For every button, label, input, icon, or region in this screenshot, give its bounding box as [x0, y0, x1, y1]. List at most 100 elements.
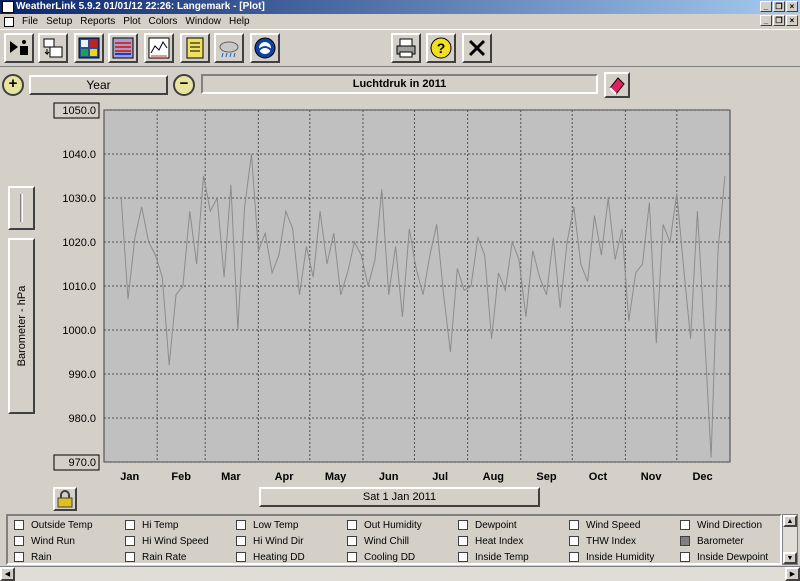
y-tick-label[interactable]: 1050.0	[62, 105, 96, 117]
scroll-up-button[interactable]: ▲	[783, 515, 797, 527]
series-checkbox[interactable]	[569, 536, 579, 546]
series-checkbox[interactable]	[236, 552, 246, 562]
series-checkbox[interactable]	[236, 520, 246, 530]
date-button[interactable]: Sat 1 Jan 2011	[259, 487, 540, 507]
menu-colors[interactable]: Colors	[145, 16, 182, 27]
series-checkbox[interactable]	[680, 520, 690, 530]
series-toggle[interactable]: Hi Temp	[125, 518, 179, 533]
series-toggle[interactable]: Rain	[14, 550, 52, 563]
series-toggle[interactable]: THW Index	[569, 534, 636, 549]
notebook-button[interactable]	[180, 33, 210, 63]
menu-plot[interactable]: Plot	[119, 16, 144, 27]
menu-window[interactable]: Window	[181, 16, 225, 27]
series-label: Low Temp	[253, 520, 299, 531]
print-button[interactable]	[391, 33, 421, 63]
mdi-close-button[interactable]: ×	[786, 15, 798, 26]
series-toggle[interactable]: Wind Direction	[680, 518, 762, 533]
x-tick-label: Apr	[275, 471, 295, 483]
series-label: Wind Run	[31, 536, 75, 547]
series-checkbox[interactable]	[14, 536, 24, 546]
series-checkbox[interactable]	[458, 536, 468, 546]
series-toggle[interactable]: Heating DD	[236, 550, 305, 563]
noaa-button[interactable]	[250, 33, 280, 63]
series-checkbox[interactable]	[569, 520, 579, 530]
series-checkbox[interactable]	[569, 552, 579, 562]
x-tick-label: Dec	[692, 471, 712, 483]
series-checkbox[interactable]	[680, 536, 690, 546]
series-checkbox[interactable]	[347, 536, 357, 546]
series-label: Inside Dewpoint	[697, 552, 769, 563]
scroll-down-button[interactable]: ▼	[783, 552, 797, 564]
close-window-button[interactable]: ×	[786, 1, 798, 12]
series-checkbox[interactable]	[14, 552, 24, 562]
mdi-minimize-button[interactable]: _	[760, 15, 772, 26]
series-toggle[interactable]: Inside Temp	[458, 550, 529, 563]
strip-chart-button[interactable]	[144, 33, 174, 63]
series-toggle[interactable]: Dewpoint	[458, 518, 517, 533]
series-toggle[interactable]: Barometer	[680, 534, 744, 549]
series-checkbox[interactable]	[347, 552, 357, 562]
series-checkbox[interactable]	[125, 552, 135, 562]
zoom-in-button[interactable]: +	[2, 74, 24, 96]
weather-button[interactable]	[214, 33, 244, 63]
series-toggle[interactable]: Wind Chill	[347, 534, 409, 549]
bulletin-button[interactable]	[74, 33, 104, 63]
series-toggle[interactable]: Rain Rate	[125, 550, 186, 563]
barometer-chart[interactable]: 1050.0 1040.0 1030.0 1020.0 1010.0 1000.0 990.…	[0, 98, 800, 488]
x-tick-label: Aug	[483, 471, 504, 483]
period-button[interactable]: Year	[29, 75, 168, 95]
noaa-icon	[254, 37, 276, 59]
series-checkbox[interactable]	[14, 520, 24, 530]
close-icon	[468, 39, 486, 57]
select-station-button[interactable]	[4, 33, 34, 63]
restore-button[interactable]: ❐	[773, 1, 785, 12]
series-toggle[interactable]: Hi Wind Dir	[236, 534, 304, 549]
series-toggle[interactable]: Heat Index	[458, 534, 523, 549]
menu-reports[interactable]: Reports	[76, 16, 119, 27]
minimize-button[interactable]: _	[760, 1, 772, 12]
menu-help[interactable]: Help	[225, 16, 254, 27]
series-toggle[interactable]: Low Temp	[236, 518, 298, 533]
help-button[interactable]: ?	[426, 33, 456, 63]
legend-scrollbar[interactable]: ▲ ▼	[782, 514, 798, 565]
bulletin-icon	[78, 37, 100, 59]
download-icon	[43, 38, 63, 58]
series-toggle[interactable]: Wind Run	[14, 534, 75, 549]
series-checkbox[interactable]	[125, 536, 135, 546]
summary-button[interactable]	[108, 33, 138, 63]
series-label: Heating DD	[253, 552, 305, 563]
y-tick-label[interactable]: 970.0	[68, 457, 96, 469]
lock-icon	[57, 490, 73, 508]
series-toggle[interactable]: Wind Speed	[569, 518, 640, 533]
series-label: Hi Wind Dir	[253, 536, 304, 547]
series-checkbox[interactable]	[458, 552, 468, 562]
series-toggle[interactable]: Cooling DD	[347, 550, 415, 563]
menu-file[interactable]: File	[18, 16, 42, 27]
x-tick-label: Sep	[536, 471, 556, 483]
lock-scale-button[interactable]	[53, 487, 77, 511]
close-plot-button[interactable]	[462, 33, 492, 63]
x-tick-label: Jun	[379, 471, 399, 483]
series-toggle[interactable]: Inside Dewpoint	[680, 550, 769, 563]
scroll-right-button[interactable]: ▶	[785, 567, 800, 581]
document-icon[interactable]	[4, 16, 14, 27]
menu-setup[interactable]: Setup	[42, 16, 76, 27]
series-checkbox[interactable]	[680, 552, 690, 562]
series-toggle[interactable]: Outside Temp	[14, 518, 93, 533]
x-tick-label: May	[325, 471, 347, 483]
clear-plot-button[interactable]	[604, 72, 630, 98]
scroll-left-button[interactable]: ◀	[0, 567, 15, 581]
series-checkbox[interactable]	[458, 520, 468, 530]
mdi-restore-button[interactable]: ❐	[773, 15, 785, 26]
series-checkbox[interactable]	[347, 520, 357, 530]
strip-chart-icon	[148, 37, 170, 59]
series-toggle[interactable]: Inside Humidity	[569, 550, 654, 563]
horizontal-scrollbar[interactable]: ◀ ▶	[0, 566, 800, 581]
series-toggle[interactable]: Out Humidity	[347, 518, 422, 533]
series-checkbox[interactable]	[236, 536, 246, 546]
download-button[interactable]	[38, 33, 68, 63]
svg-text:?: ?	[437, 40, 446, 56]
series-toggle[interactable]: Hi Wind Speed	[125, 534, 209, 549]
series-checkbox[interactable]	[125, 520, 135, 530]
zoom-out-button[interactable]: −	[173, 74, 195, 96]
